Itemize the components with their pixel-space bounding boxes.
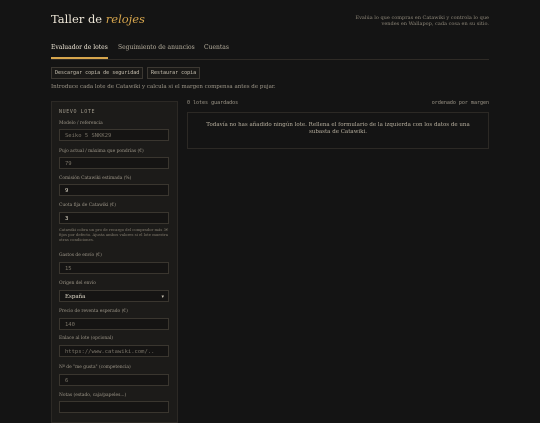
price-label: Pujo actual / máxima que pondrías (€) — [59, 149, 144, 154]
commission-label: Comisión Catawiki estimada (%) — [59, 176, 132, 181]
chevron-down-icon: ▾ — [161, 294, 164, 300]
sale-price-input[interactable]: 140 — [59, 318, 169, 330]
shipping-label: Gastos de envío (€) — [59, 253, 102, 258]
new-lot-form: NUEVO LOTE Modelo / referencia Seiko 5 S… — [51, 101, 178, 423]
shipping-input[interactable]: 15 — [59, 262, 169, 274]
form-title: NUEVO LOTE — [59, 109, 96, 115]
notes-label: Notas (estado, caja/papeles...) — [59, 393, 127, 398]
origin-value: España — [65, 294, 86, 300]
link-input[interactable]: https://www.catawiki.com/.. — [59, 345, 169, 357]
model-input[interactable]: Seiko 5 SNKK29 — [59, 129, 169, 141]
commission-input[interactable]: 9 — [59, 184, 169, 196]
origin-label: Origen del envío — [59, 281, 96, 286]
tab-bar: Evaluador de lotes Seguimiento de anunci… — [51, 44, 489, 60]
model-label: Modelo / referencia — [59, 121, 103, 126]
empty-state: Todavía no has añadido ningún lote. Rell… — [187, 112, 489, 149]
empty-message: Todavía no has añadido ningún lote. Rell… — [206, 122, 470, 135]
fixed-fee-hint: Catawiki cobra un pro de recargo del com… — [59, 227, 169, 242]
tab-evaluador-de-lotes[interactable]: Evaluador de lotes — [51, 44, 108, 59]
fixed-fee-label: Cuota fija de Catawiki (€) — [59, 203, 116, 208]
likes-label: Nº de "me gusta" (competencia) — [59, 365, 131, 370]
sort-label: ordenado por margen — [431, 100, 489, 106]
tab-cuentas[interactable]: Cuentas — [204, 44, 229, 51]
page-title: Taller de relojes — [51, 12, 145, 26]
fixed-fee-input[interactable]: 3 — [59, 212, 169, 224]
intro-text: Introduce cada lote de Catawiki y calcul… — [51, 84, 276, 90]
tab-seguimiento-de-anuncios[interactable]: Seguimiento de anuncios — [118, 44, 195, 51]
likes-input[interactable]: 6 — [59, 374, 169, 386]
notes-input[interactable] — [59, 401, 169, 413]
origin-select[interactable]: España ▾ — [59, 290, 169, 302]
title-main: Taller de — [51, 12, 106, 26]
lot-count: 0 lotes guardados — [187, 100, 239, 106]
restore-backup-button[interactable]: Restaurar copia — [147, 67, 201, 79]
title-accent: relojes — [105, 12, 145, 26]
download-backup-button[interactable]: Descargar copia de seguridad — [51, 67, 144, 79]
header: Taller de relojes Evalúa lo que compras … — [51, 10, 489, 36]
link-label: Enlace al lote (opcional) — [59, 336, 113, 341]
price-input[interactable]: 79 — [59, 157, 169, 169]
tagline: Evalúa lo que compras en Catawiki y cont… — [355, 15, 489, 27]
sale-price-label: Precio de reventa esperado (€) — [59, 309, 128, 314]
